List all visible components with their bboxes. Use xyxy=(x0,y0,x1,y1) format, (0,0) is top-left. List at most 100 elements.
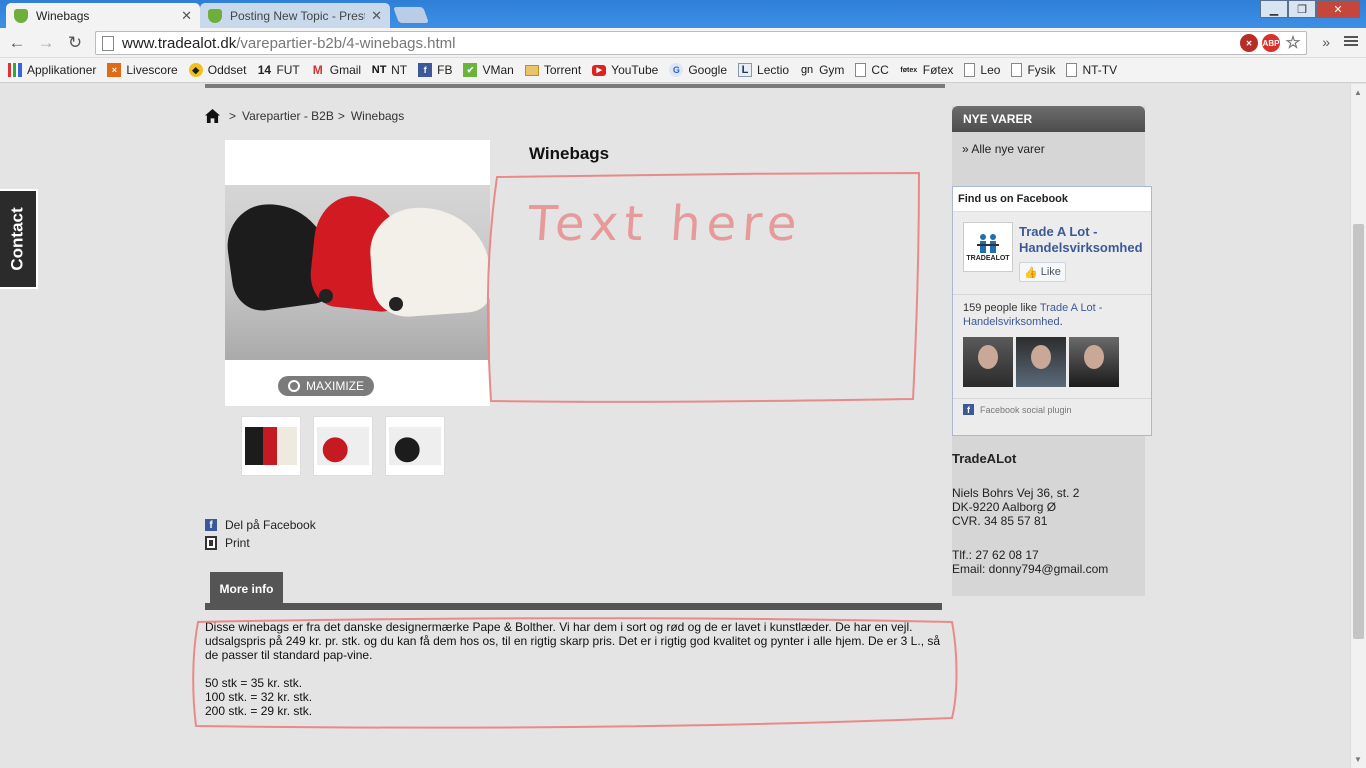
close-window-icon[interactable]: ✕ xyxy=(1316,0,1360,18)
new-tab-button[interactable] xyxy=(393,7,429,23)
tab-strip: Winebags ✕ Posting New Topic - Prest ✕ ▁… xyxy=(0,0,1366,28)
bookmark-cc[interactable]: CC xyxy=(855,63,889,77)
bookmark-leo[interactable]: Leo xyxy=(964,63,1000,77)
extensions-overflow-icon[interactable]: » xyxy=(1322,34,1330,50)
avatar[interactable] xyxy=(963,337,1013,387)
scroll-up-icon[interactable]: ▲ xyxy=(1354,88,1362,97)
more-info-bar xyxy=(205,603,942,610)
bookmark-fut[interactable]: 14 FUT xyxy=(257,63,300,77)
maximize-label: MAXIMIZE xyxy=(305,379,364,393)
bookmark-label: VMan xyxy=(482,63,514,77)
like-count-prefix: 159 people like xyxy=(963,302,1038,314)
alle-nye-varer-link[interactable]: » Alle nye varer xyxy=(962,142,1045,156)
tab-posting-new-topic[interactable]: Posting New Topic - Prest ✕ xyxy=(200,3,390,28)
bookmark-label: YouTube xyxy=(611,63,659,77)
folder-icon xyxy=(524,64,539,76)
right-sidebar: NYE VARER » Alle nye varer Find us on Fa… xyxy=(952,106,1152,596)
prestashop-favicon-icon xyxy=(208,8,222,23)
bookmark-nt-tv[interactable]: NT-TV xyxy=(1066,63,1117,77)
thumbnail-list xyxy=(241,416,445,476)
bookmark-livescore[interactable]: × Livescore xyxy=(107,63,178,77)
bookmark-fotex[interactable]: føtex Føtex xyxy=(900,63,953,77)
facebook-like-box: Find us on Facebook TRADEALOT Trade A Lo… xyxy=(952,186,1152,436)
address-line: Niels Bohrs Vej 36, st. 2 xyxy=(952,486,1080,500)
thumbnail-3[interactable] xyxy=(385,416,445,476)
back-arrow-icon[interactable]: ← xyxy=(6,32,28,54)
facebook-page-name[interactable]: Trade A Lot - Handelsvirksomhed xyxy=(1019,224,1149,256)
tab-more-info[interactable]: More info xyxy=(210,572,283,605)
page-scrollbar[interactable]: ▲ ▼ xyxy=(1350,84,1366,768)
tab-close-icon[interactable]: ✕ xyxy=(181,8,192,24)
facebook-like-button[interactable]: 👍 Like xyxy=(1019,262,1066,282)
youtube-icon: ▶ xyxy=(592,64,607,76)
bookmark-label: Gmail xyxy=(329,63,362,77)
like-count-suffix: . xyxy=(1059,316,1063,328)
bookmark-applikationer[interactable]: Applikationer xyxy=(8,63,96,77)
star-icon[interactable]: ☆ xyxy=(1284,33,1302,52)
thumbnail-1[interactable] xyxy=(241,416,301,476)
breadcrumb-winebags: Winebags xyxy=(350,109,405,123)
minimize-icon[interactable]: ▁ xyxy=(1260,0,1288,18)
facebook-social-plugin[interactable]: f Facebook social plugin xyxy=(963,404,1072,415)
scroll-down-icon[interactable]: ▼ xyxy=(1354,755,1362,764)
logo-text: TRADEALOT xyxy=(966,254,1010,262)
page-icon xyxy=(964,63,976,77)
scroll-thumb[interactable] xyxy=(1353,224,1364,639)
reload-icon[interactable]: ↻ xyxy=(64,32,86,54)
prestashop-favicon-icon xyxy=(14,8,28,23)
facebook-like-count: 159 people like Trade A Lot - Handelsvir… xyxy=(963,301,1148,329)
product-title: Winebags xyxy=(529,144,610,163)
address-bar[interactable]: www.tradealot.dk/varepartier-b2b/4-wineb… xyxy=(95,31,1307,55)
tab-title: Posting New Topic - Prest xyxy=(230,8,366,23)
cvr-number: CVR. 34 85 57 81 xyxy=(952,514,1048,528)
thumb-red-wine xyxy=(317,427,369,465)
bookmark-lectio[interactable]: L Lectio xyxy=(738,63,789,77)
page-icon xyxy=(1066,63,1078,77)
breadcrumb-separator: > xyxy=(229,109,237,123)
bookmark-torrent[interactable]: Torrent xyxy=(524,63,581,77)
bookmark-label: Lectio xyxy=(757,63,790,77)
bookmark-label: Livescore xyxy=(126,63,178,77)
home-icon[interactable] xyxy=(205,109,220,123)
phone-number: Tlf.: 27 62 08 17 xyxy=(952,548,1039,562)
maximize-button[interactable]: MAXIMIZE xyxy=(278,376,374,396)
forward-arrow-icon[interactable]: → xyxy=(35,32,57,54)
thumbs-up-icon: 👍 xyxy=(1024,266,1038,279)
print-link[interactable]: Print xyxy=(205,534,316,552)
abp-icon[interactable]: ABP xyxy=(1262,34,1280,52)
bookmark-google[interactable]: G Google xyxy=(669,63,727,77)
bookmark-label: NT-TV xyxy=(1082,63,1118,77)
avatar[interactable] xyxy=(1016,337,1066,387)
oddset-icon: ◆ xyxy=(188,63,203,77)
page-icon xyxy=(102,35,114,51)
tab-winebags[interactable]: Winebags ✕ xyxy=(6,3,200,28)
bookmark-oddset[interactable]: ◆ Oddset xyxy=(188,63,246,77)
adblock-x-icon[interactable]: ✕ xyxy=(1240,34,1258,52)
tab-close-icon[interactable]: ✕ xyxy=(371,8,382,24)
bookmark-gmail[interactable]: M Gmail xyxy=(311,63,361,77)
tradealot-logo[interactable]: TRADEALOT xyxy=(963,222,1013,272)
bookmark-label: FUT xyxy=(276,63,300,77)
share-facebook-link[interactable]: f Del på Facebook xyxy=(205,516,316,534)
bookmark-youtube[interactable]: ▶ YouTube xyxy=(592,63,658,77)
bookmark-fb[interactable]: f FB xyxy=(418,63,452,77)
red-outline-annotation xyxy=(192,617,958,729)
chrome-menu-icon[interactable] xyxy=(1344,34,1358,48)
contact-label: Contact xyxy=(8,207,27,271)
bookmark-fysik[interactable]: Fysik xyxy=(1011,63,1055,77)
bookmark-gym[interactable]: gn Gym xyxy=(800,63,844,77)
contact-side-tab[interactable]: Contact xyxy=(0,189,38,289)
product-photo[interactable] xyxy=(225,185,490,360)
thumbnail-2[interactable] xyxy=(313,416,373,476)
restore-icon[interactable]: ❐ xyxy=(1288,0,1316,18)
bookmark-nt[interactable]: NT NT xyxy=(372,63,407,77)
gmail-icon: M xyxy=(312,63,323,77)
bookmark-label: Gym xyxy=(819,63,845,77)
avatar[interactable] xyxy=(1069,337,1119,387)
company-name: TradeALot xyxy=(952,451,1017,466)
bookmark-label: CC xyxy=(871,63,889,77)
thumb-black-wine xyxy=(389,427,441,465)
breadcrumb-varepartier[interactable]: Varepartier - B2B xyxy=(242,109,334,123)
bookmark-vman[interactable]: ✔ VMan xyxy=(463,63,514,77)
